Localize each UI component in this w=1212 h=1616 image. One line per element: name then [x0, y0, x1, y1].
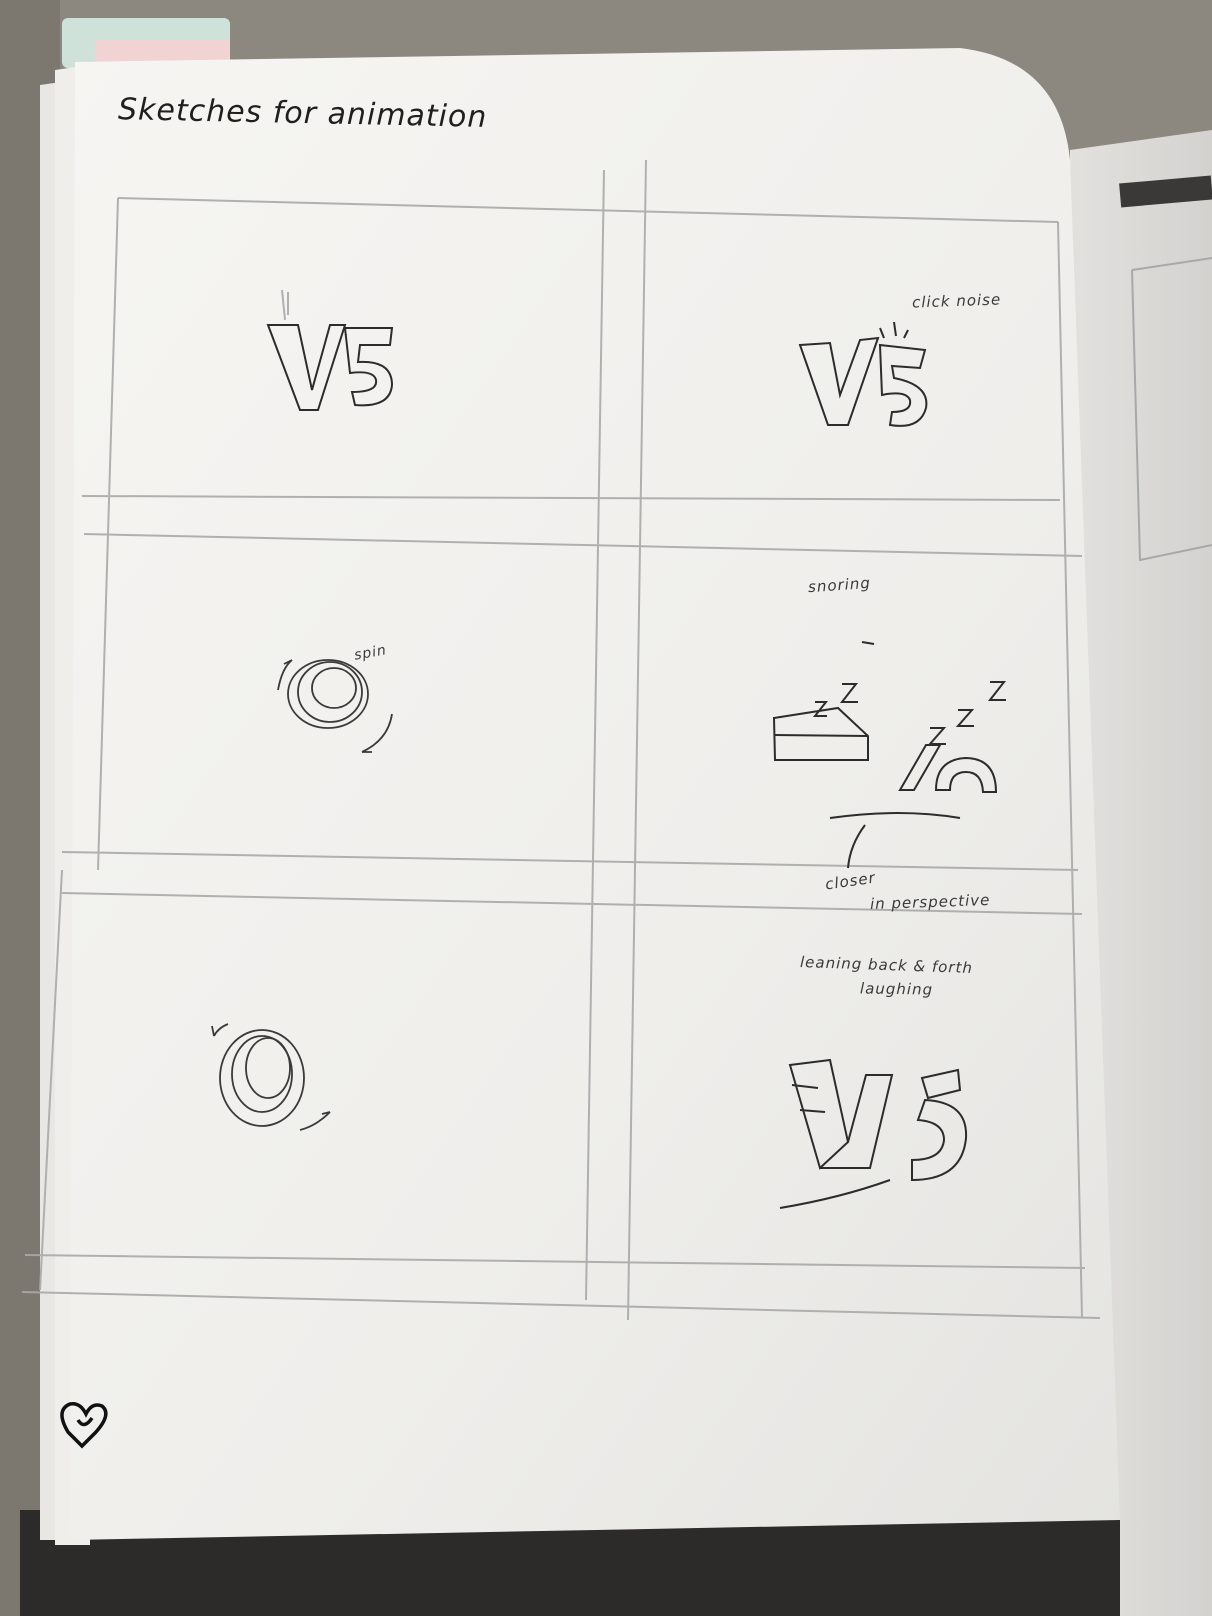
- panel-2-note: click noise: [911, 290, 1002, 312]
- photo-scene: [0, 0, 1212, 1616]
- panel-6-note-laughing: laughing: [859, 979, 934, 999]
